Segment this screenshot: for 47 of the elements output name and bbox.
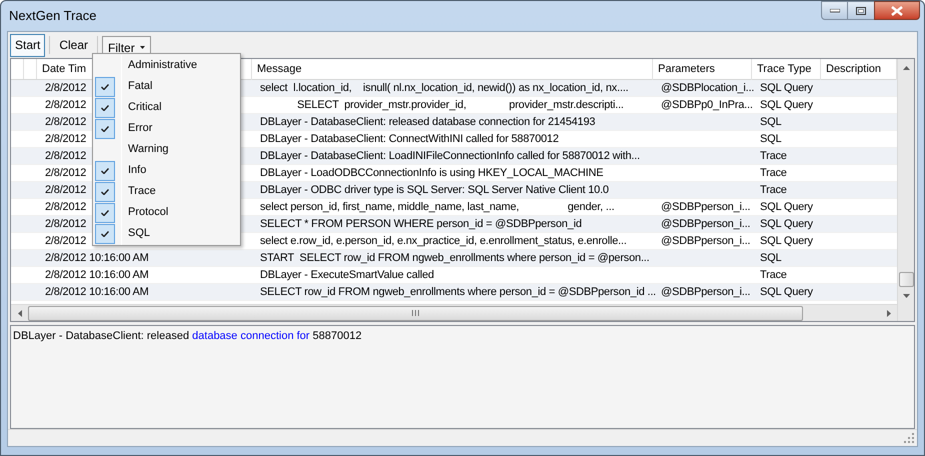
table-cell: SELECT row_id FROM ngweb_enrollments where person_id = @SDBPperson_id ... bbox=[260, 286, 656, 298]
table-cell: @SDBPperson_i... bbox=[661, 218, 750, 230]
table-cell: 2/8/2012 bbox=[45, 167, 86, 179]
table-cell: 2/8/2012 10:16:00 AM bbox=[45, 252, 149, 264]
table-cell: 2/8/2012 bbox=[45, 218, 86, 230]
table-cell: 2/8/2012 10:16:00 AM bbox=[45, 286, 149, 298]
table-cell: SQL Query bbox=[760, 82, 813, 94]
table-cell: DBLayer - ODBC driver type is SQL Server: SQL Server Native Client 10.0 bbox=[260, 184, 609, 196]
table-cell: Trace bbox=[760, 184, 787, 196]
table-cell: SQL bbox=[760, 133, 782, 145]
table-cell: @SDBPlocation_i... bbox=[661, 82, 754, 94]
window-title: NextGen Trace bbox=[9, 7, 96, 26]
table-cell: 2/8/2012 bbox=[45, 116, 86, 128]
table-cell: select l.location_id, isnull( nl.nx_location_id, newid()) as nx_location_id, nx.... bbox=[260, 82, 628, 94]
table-cell: SELECT * FROM PERSON WHERE person_id = @SDBPperson_id bbox=[260, 218, 582, 230]
table-cell: @SDBPperson_i... bbox=[661, 235, 750, 247]
table-cell: @SDBPp0_InPra... bbox=[661, 99, 753, 111]
table-cell: SQL Query bbox=[760, 235, 813, 247]
table-cell: 2/8/2012 bbox=[45, 133, 86, 145]
table-cell: DBLayer - DatabaseClient: released database connection for 21454193 bbox=[260, 116, 596, 128]
table-cell-text: SELECT provider_mstr.provider_id, provider_mstr.descripti... bbox=[296, 99, 624, 111]
table-cell: 2/8/2012 bbox=[45, 82, 86, 94]
table-cell: SQL bbox=[760, 116, 782, 128]
table-cell: Trace bbox=[760, 167, 787, 179]
table-cell: Trace bbox=[760, 150, 787, 162]
table-cell: 2/8/2012 bbox=[45, 184, 86, 196]
table-cell: 2/8/2012 10:16:00 AM bbox=[45, 269, 149, 281]
table-cell: 2/8/2012 bbox=[45, 201, 86, 213]
table-cell: SQL Query bbox=[760, 218, 813, 230]
table-cell: DBLayer - ExecuteSmartValue called bbox=[260, 269, 434, 281]
table-cell: 2/8/2012 bbox=[45, 235, 86, 247]
table-cell: SQL bbox=[760, 252, 782, 264]
table-cell: DBLayer - DatabaseClient: ConnectWithINI called for 58870012 bbox=[260, 133, 559, 145]
table-cell: select person_id, first_name, middle_name, last_name, gender, ... bbox=[260, 201, 614, 213]
table-cell: Trace bbox=[760, 269, 787, 281]
table-cell: DBLayer - LoadODBCConnectionInfo is using HKEY_LOCAL_MACHINE bbox=[260, 167, 604, 179]
table-cell: select e.row_id, e.person_id, e.nx_practice_id, e.enrollment_status, e.enrolle... bbox=[260, 235, 627, 247]
table-cell: 2/8/2012 bbox=[45, 99, 86, 111]
table-cell: START SELECT row_id FROM ngweb_enrollments where person_id = @person... bbox=[260, 252, 650, 264]
table-cell: SQL Query bbox=[760, 201, 813, 213]
detail-text: DBLayer - DatabaseClient: released database connection for 58870012 bbox=[13, 329, 363, 344]
table-cell: 2/8/2012 bbox=[45, 150, 86, 162]
table-cell: SQL Query bbox=[760, 99, 813, 111]
table-cell: @SDBPperson_i... bbox=[661, 201, 750, 213]
table-cell: SQL Query bbox=[760, 286, 813, 298]
table-cell: DBLayer - DatabaseClient: LoadINIFileConnectionInfo called for 58870012 with... bbox=[260, 150, 640, 162]
table-cell: @SDBPperson_i... bbox=[661, 286, 750, 298]
